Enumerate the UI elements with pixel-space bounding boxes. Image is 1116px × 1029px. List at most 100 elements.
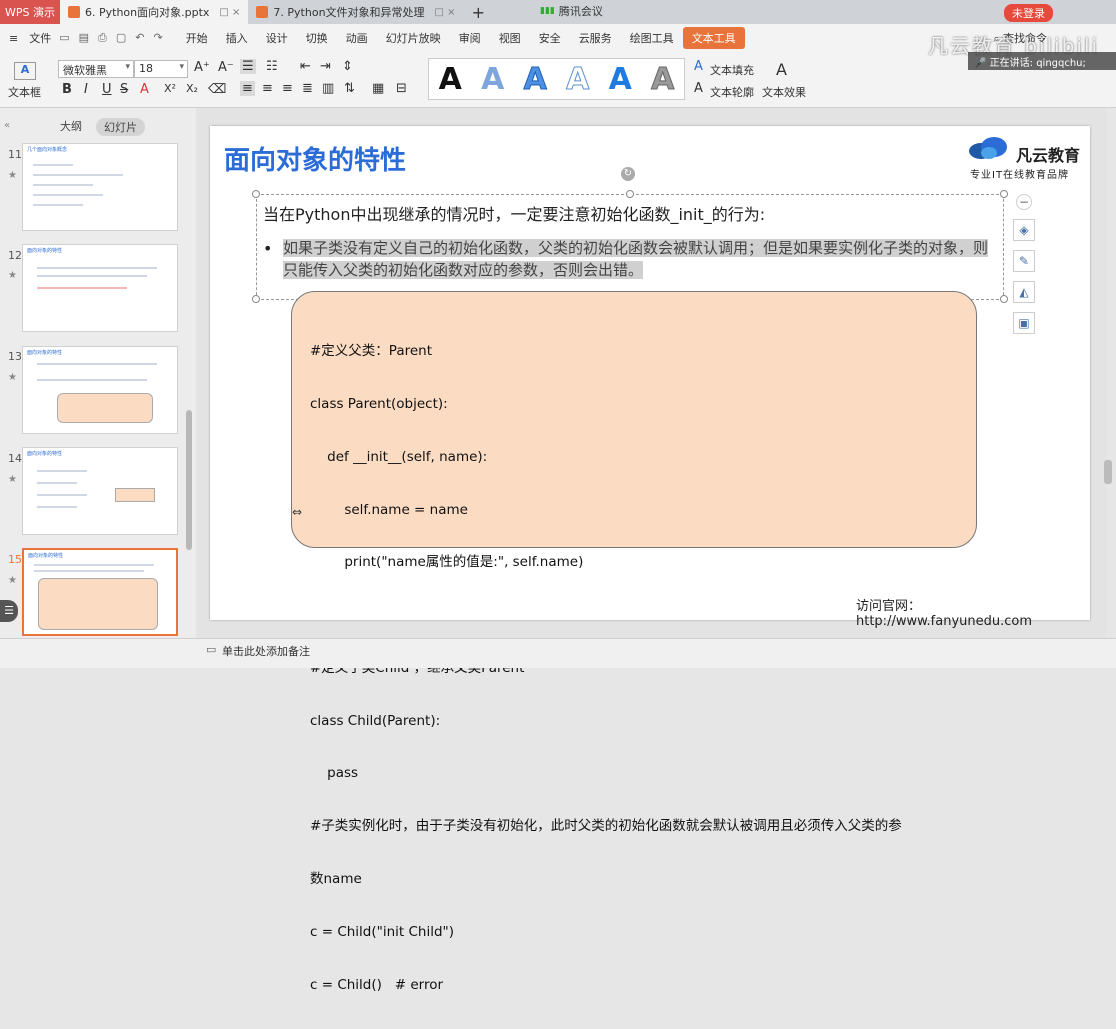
menu-home[interactable]: 开始 [177,30,217,46]
text-align-icon[interactable]: ⊟ [396,81,407,96]
text-effect-icon[interactable]: A [776,60,787,79]
align-center-icon[interactable]: ≡ [262,81,273,96]
menu-transition[interactable]: 切换 [297,30,337,46]
distribute-icon[interactable]: ▥ [322,81,334,96]
wordart-style-gallery: A A A A A A [428,58,685,100]
text-fill-icon[interactable]: A [694,59,703,74]
text-fill-button[interactable]: 文本填充 [710,62,754,78]
add-note-field[interactable]: 单击此处添加备注 [222,643,310,659]
wordart-style-black[interactable]: A [439,62,462,97]
menu-view[interactable]: 视图 [490,30,530,46]
menu-security[interactable]: 安全 [530,30,570,46]
code-line: self.name = name [310,501,468,518]
resize-handle[interactable] [252,190,260,198]
new-tab-button[interactable]: + [464,0,493,24]
content-textbox[interactable]: ↻ 当在Python中出现继承的情况时，一定要注意初始化函数_init_的行为:… [252,167,1008,303]
collapse-panel-icon[interactable]: « [4,120,10,131]
slide-thumbnail-11[interactable]: 几个面向对象概念 [22,143,178,231]
increase-font-icon[interactable]: A⁺ [194,60,210,75]
resize-handle[interactable] [252,295,260,303]
text-direction-icon[interactable]: ⇅ [344,81,355,96]
align-right-icon[interactable]: ≡ [282,81,293,96]
menu-animation[interactable]: 动画 [337,30,377,46]
login-button[interactable]: 未登录 [1004,4,1053,22]
text-outline-icon[interactable]: A [694,81,703,96]
save-icon[interactable]: ▤ [79,31,89,45]
font-size-select[interactable]: 18 [134,60,188,78]
resize-cursor-icon: ⇔ [292,505,303,519]
rotate-handle-icon[interactable]: ↻ [621,167,635,181]
slide-thumbnail-12[interactable]: 面向对象的特性 [22,244,178,332]
italic-icon[interactable]: I [84,82,88,97]
menu-review[interactable]: 审阅 [450,30,490,46]
column-icon[interactable]: ▦ [372,81,384,96]
pen-icon[interactable]: ✎ [1013,250,1035,272]
app-tab[interactable]: WPS 演示 [0,0,60,24]
bullet-list-icon[interactable]: ☰ [240,59,256,74]
redo-icon[interactable]: ↷ [153,31,162,45]
decrease-font-icon[interactable]: A⁻ [218,60,234,75]
resize-handle[interactable] [626,190,634,198]
menu-slideshow[interactable]: 幻灯片放映 [377,30,450,46]
ppt-file-icon [68,6,80,18]
doc-tab-python-oop[interactable]: 6. Python面向对象.pptx □ × [60,0,249,24]
fill-icon[interactable]: ◭ [1013,281,1035,303]
superscript-icon[interactable]: X² [164,82,176,95]
tab-outline[interactable]: 大纲 [60,118,82,136]
menu-cloud[interactable]: 云服务 [570,30,621,46]
crop-icon[interactable]: ▣ [1013,312,1035,334]
underline-icon[interactable]: U [102,82,112,97]
numbered-list-icon[interactable]: ☷ [266,59,278,74]
slide-thumbnail-13[interactable]: 面向对象的特性 [22,346,178,434]
undo-icon[interactable]: ↶ [135,31,144,45]
font-color-icon[interactable]: A [140,82,149,97]
justify-icon[interactable]: ≣ [302,81,313,96]
file-menu[interactable]: 文件 [29,30,51,46]
wordart-style-light-blue[interactable]: A [481,62,504,97]
menu-insert[interactable]: 插入 [217,30,257,46]
bold-icon[interactable]: B [62,82,72,97]
canvas-scrollbar[interactable] [1104,460,1112,484]
line-spacing-icon[interactable]: ⇕ [342,59,353,74]
animation-star-icon: ★ [8,372,17,383]
subscript-icon[interactable]: X₂ [186,82,198,95]
align-left-icon[interactable]: ≡ [240,81,255,96]
slide-thumbnail-15[interactable]: 面向对象的特性 [22,548,178,636]
preview-icon[interactable]: ▢ [116,31,126,45]
text-outline-button[interactable]: 文本轮廓 [710,84,754,100]
animation-star-icon: ★ [8,474,17,485]
outdent-icon[interactable]: ⇥ [320,59,331,74]
floating-menu-icon[interactable]: ☰ [0,600,18,622]
textbox-icon[interactable]: A [14,62,36,80]
close-tab-icon[interactable]: □ × [219,7,240,18]
clear-format-icon[interactable]: ⌫ [208,82,226,97]
collapse-icon[interactable]: − [1016,194,1032,210]
textbox-button[interactable]: 文本框 [8,84,41,100]
menu-text-tools[interactable]: 文本工具 [682,27,745,49]
indent-icon[interactable]: ⇤ [300,59,311,74]
doc-tab-label: 7. Python文件对象和异常处理 [273,6,425,19]
wordart-style-gray[interactable]: A [651,61,675,97]
panel-scrollbar[interactable] [186,410,192,550]
font-name-select[interactable]: 微软雅黑 [58,60,134,78]
close-tab-icon[interactable]: □ × [435,7,456,18]
wordart-style-blue[interactable]: A [609,62,632,97]
layers-icon[interactable]: ◈ [1013,219,1035,241]
slide-title[interactable]: 面向对象的特性 [224,140,406,177]
open-icon[interactable]: ▭ [59,31,69,45]
code-box[interactable]: #定义父类：Parent class Parent(object): def _… [291,291,977,993]
text-effect-button[interactable]: 文本效果 [762,84,806,100]
doc-tab-python-file[interactable]: 7. Python文件对象和异常处理 □ × [248,0,463,24]
resize-handle[interactable] [1000,190,1008,198]
wordart-style-outline[interactable]: A [566,61,590,97]
resize-handle[interactable] [1000,295,1008,303]
menu-design[interactable]: 设计 [257,30,297,46]
code-line: pass [310,765,359,782]
tab-slides[interactable]: 幻灯片 [96,118,145,136]
strikethrough-icon[interactable]: S [120,82,128,97]
wordart-style-blue-outline[interactable]: A [523,61,547,97]
print-icon[interactable]: ⎙ [98,31,107,45]
hamburger-icon[interactable]: ≡ [0,32,27,45]
slide-thumbnail-14[interactable]: 面向对象的特性 [22,447,178,535]
menu-drawing-tools[interactable]: 绘图工具 [621,30,683,46]
